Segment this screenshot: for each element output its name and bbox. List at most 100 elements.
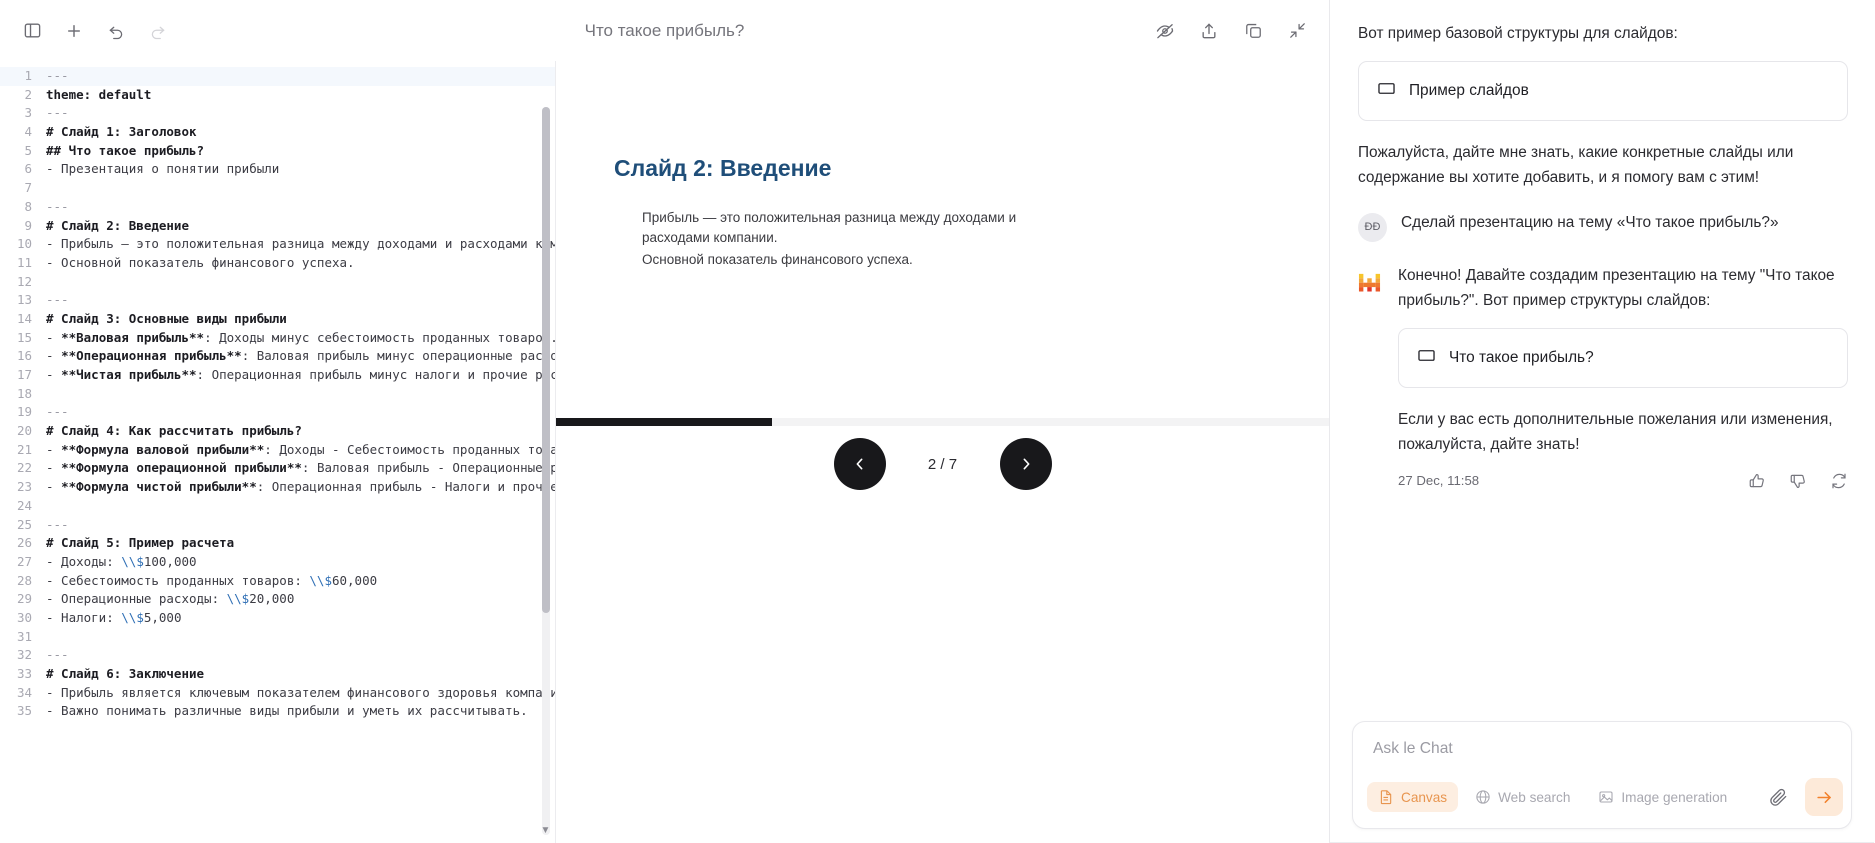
artifact-card-example-slides[interactable]: Пример слайдов	[1358, 60, 1848, 121]
redo-icon[interactable]	[140, 13, 176, 49]
thumbs-up-icon[interactable]	[1748, 472, 1766, 490]
artifact-card-profit[interactable]: Что такое прибыль?	[1398, 327, 1848, 388]
markdown-editor[interactable]: 1 --- 2 theme: default 3 --- 4 # Слайд 1: Загол…	[0, 61, 556, 843]
line-text: - Прибыль — это положительная разница ме…	[46, 236, 555, 252]
code-line[interactable]: 16 - **Операционная прибыль**: Валовая пр…	[0, 347, 555, 366]
slide-counter: 2 / 7	[927, 455, 958, 473]
assistant-reply-closing: Если у вас есть дополнительные пожелания…	[1398, 410, 1833, 453]
editor-scrollbar-thumb[interactable]	[542, 107, 550, 613]
code-line[interactable]: 33 # Слайд 6: Заключение	[0, 665, 555, 684]
assistant-intro-text: Вот пример базовой структуры для слайдов…	[1358, 25, 1678, 42]
code-line[interactable]: 30 - Налоги: \\$5,000	[0, 609, 555, 628]
message-meta: 27 Dec, 11:58	[1398, 472, 1848, 490]
code-line[interactable]: 31	[0, 628, 555, 647]
line-number: 14	[16, 310, 32, 326]
code-line[interactable]: 2 theme: default	[0, 86, 555, 105]
share-icon[interactable]	[1191, 13, 1227, 49]
code-line[interactable]: 35 - Важно понимать различные виды прибыл…	[0, 702, 555, 721]
code-lines[interactable]: 1 --- 2 theme: default 3 --- 4 # Слайд 1: Загол…	[0, 61, 555, 843]
line-text: ---	[46, 292, 69, 308]
code-line[interactable]: 15 - **Валовая прибыль**: Доходы минус се…	[0, 329, 555, 348]
code-line[interactable]: 6 - Презентация о понятии прибыли	[0, 160, 555, 179]
line-text: - Налоги: \\$5,000	[46, 609, 182, 625]
line-number: 33	[16, 666, 32, 681]
code-line[interactable]: 34 - Прибыль является ключевым показателе…	[0, 684, 555, 703]
chat-input[interactable]: Ask le Chat	[1353, 740, 1851, 778]
code-line[interactable]: 19 ---	[0, 403, 555, 422]
undo-icon[interactable]	[98, 13, 134, 49]
line-text: # Слайд 2: Введение	[46, 217, 189, 233]
code-line[interactable]: 23 - **Формула чистой прибыли**: Операцио…	[0, 478, 555, 497]
mistral-logo-icon	[1358, 268, 1384, 294]
line-text: - Доходы: \\$100,000	[46, 553, 197, 569]
line-number: 6	[24, 161, 32, 177]
code-line[interactable]: 3 ---	[0, 104, 555, 123]
slide-nav: 2 / 7	[556, 438, 1329, 490]
chat-message-list[interactable]: Вот пример базовой структуры для слайдов…	[1330, 0, 1874, 721]
slide-bullet: Прибыль — это положительная разница межд…	[642, 209, 1017, 245]
line-number: 8	[24, 198, 32, 214]
line-number: 3	[24, 105, 32, 121]
code-line[interactable]: 10 - Прибыль — это положительная разница …	[0, 235, 555, 254]
line-text: # Слайд 6: Заключение	[46, 666, 205, 681]
code-line[interactable]: 22 - **Формула операционной прибыли**: Ва…	[0, 459, 555, 478]
chip-web-search[interactable]: Web search	[1464, 782, 1581, 812]
collapse-icon[interactable]	[1279, 13, 1315, 49]
send-button[interactable]	[1805, 778, 1843, 816]
code-line[interactable]: 28 - Себестоимость проданных товаров: \\$…	[0, 572, 555, 591]
chip-image-generation[interactable]: Image generation	[1587, 782, 1738, 812]
paperclip-icon[interactable]	[1763, 781, 1795, 813]
line-text: ---	[46, 105, 69, 121]
code-line[interactable]: 26 # Слайд 5: Пример расчета	[0, 534, 555, 553]
regenerate-icon[interactable]	[1830, 472, 1848, 490]
code-line[interactable]: 29 - Операционные расходы: \\$20,000	[0, 590, 555, 609]
eye-off-icon[interactable]	[1147, 13, 1183, 49]
code-line[interactable]: 11 - Основной показатель финансового успе…	[0, 254, 555, 273]
code-line[interactable]: 8 ---	[0, 198, 555, 217]
code-line[interactable]: 5 ## Что такое прибыль?	[0, 142, 555, 161]
chip-label: Canvas	[1401, 789, 1448, 805]
composer-right	[1763, 778, 1843, 816]
line-number: 2	[24, 86, 32, 102]
composer-wrap: Ask le Chat Canvas Web search Image gene…	[1330, 721, 1874, 843]
code-line[interactable]: 17 - **Чистая прибыль**: Операционная при…	[0, 366, 555, 385]
chip-canvas[interactable]: Canvas	[1367, 782, 1459, 812]
chat-pane: Вот пример базовой структуры для слайдов…	[1330, 0, 1874, 843]
code-line[interactable]: 24	[0, 497, 555, 516]
code-line[interactable]: 20 # Слайд 4: Как рассчитать прибыль?	[0, 422, 555, 441]
code-line[interactable]: 12	[0, 273, 555, 292]
line-number: 12	[16, 273, 32, 289]
chip-label: Web search	[1498, 789, 1571, 805]
line-number: 22	[16, 460, 32, 476]
chat-composer[interactable]: Ask le Chat Canvas Web search Image gene…	[1352, 721, 1852, 829]
code-line[interactable]: 9 # Слайд 2: Введение	[0, 217, 555, 236]
code-line[interactable]: 32 ---	[0, 646, 555, 665]
code-line[interactable]: 25 ---	[0, 516, 555, 535]
code-line[interactable]: 7	[0, 179, 555, 198]
line-text: ---	[46, 68, 69, 83]
scroll-down-arrow[interactable]: ▼	[539, 824, 552, 837]
code-line[interactable]: 4 # Слайд 1: Заголовок	[0, 123, 555, 142]
slide-progress-track[interactable]	[556, 418, 1329, 426]
sidebar-toggle-icon[interactable]	[14, 13, 50, 49]
line-text: - Себестоимость проданных товаров: \\$60…	[46, 572, 378, 588]
code-line[interactable]: 21 - **Формула валовой прибыли**: Доходы …	[0, 441, 555, 460]
code-line[interactable]: 1 ---	[0, 67, 555, 86]
thumbs-down-icon[interactable]	[1789, 472, 1807, 490]
line-text: - **Формула операционной прибыли**: Вало…	[46, 460, 555, 476]
slide-bullet: Основной показатель финансового успеха.	[642, 252, 913, 268]
code-line[interactable]: 14 # Слайд 3: Основные виды прибыли	[0, 310, 555, 329]
user-message: ĐĐ Сделай презентацию на тему «Что такое…	[1358, 211, 1848, 242]
line-number: 31	[16, 628, 32, 644]
prev-slide-button[interactable]	[833, 438, 886, 490]
line-text	[42, 179, 46, 198]
code-line[interactable]: 13 ---	[0, 291, 555, 310]
new-icon[interactable]	[56, 13, 92, 49]
line-text: - **Формула чистой прибыли**: Операционн…	[46, 479, 555, 495]
line-text	[42, 497, 46, 516]
line-number: 34	[16, 684, 32, 700]
code-line[interactable]: 18	[0, 385, 555, 404]
code-line[interactable]: 27 - Доходы: \\$100,000	[0, 553, 555, 572]
next-slide-button[interactable]	[999, 438, 1052, 490]
copy-icon[interactable]	[1235, 13, 1271, 49]
